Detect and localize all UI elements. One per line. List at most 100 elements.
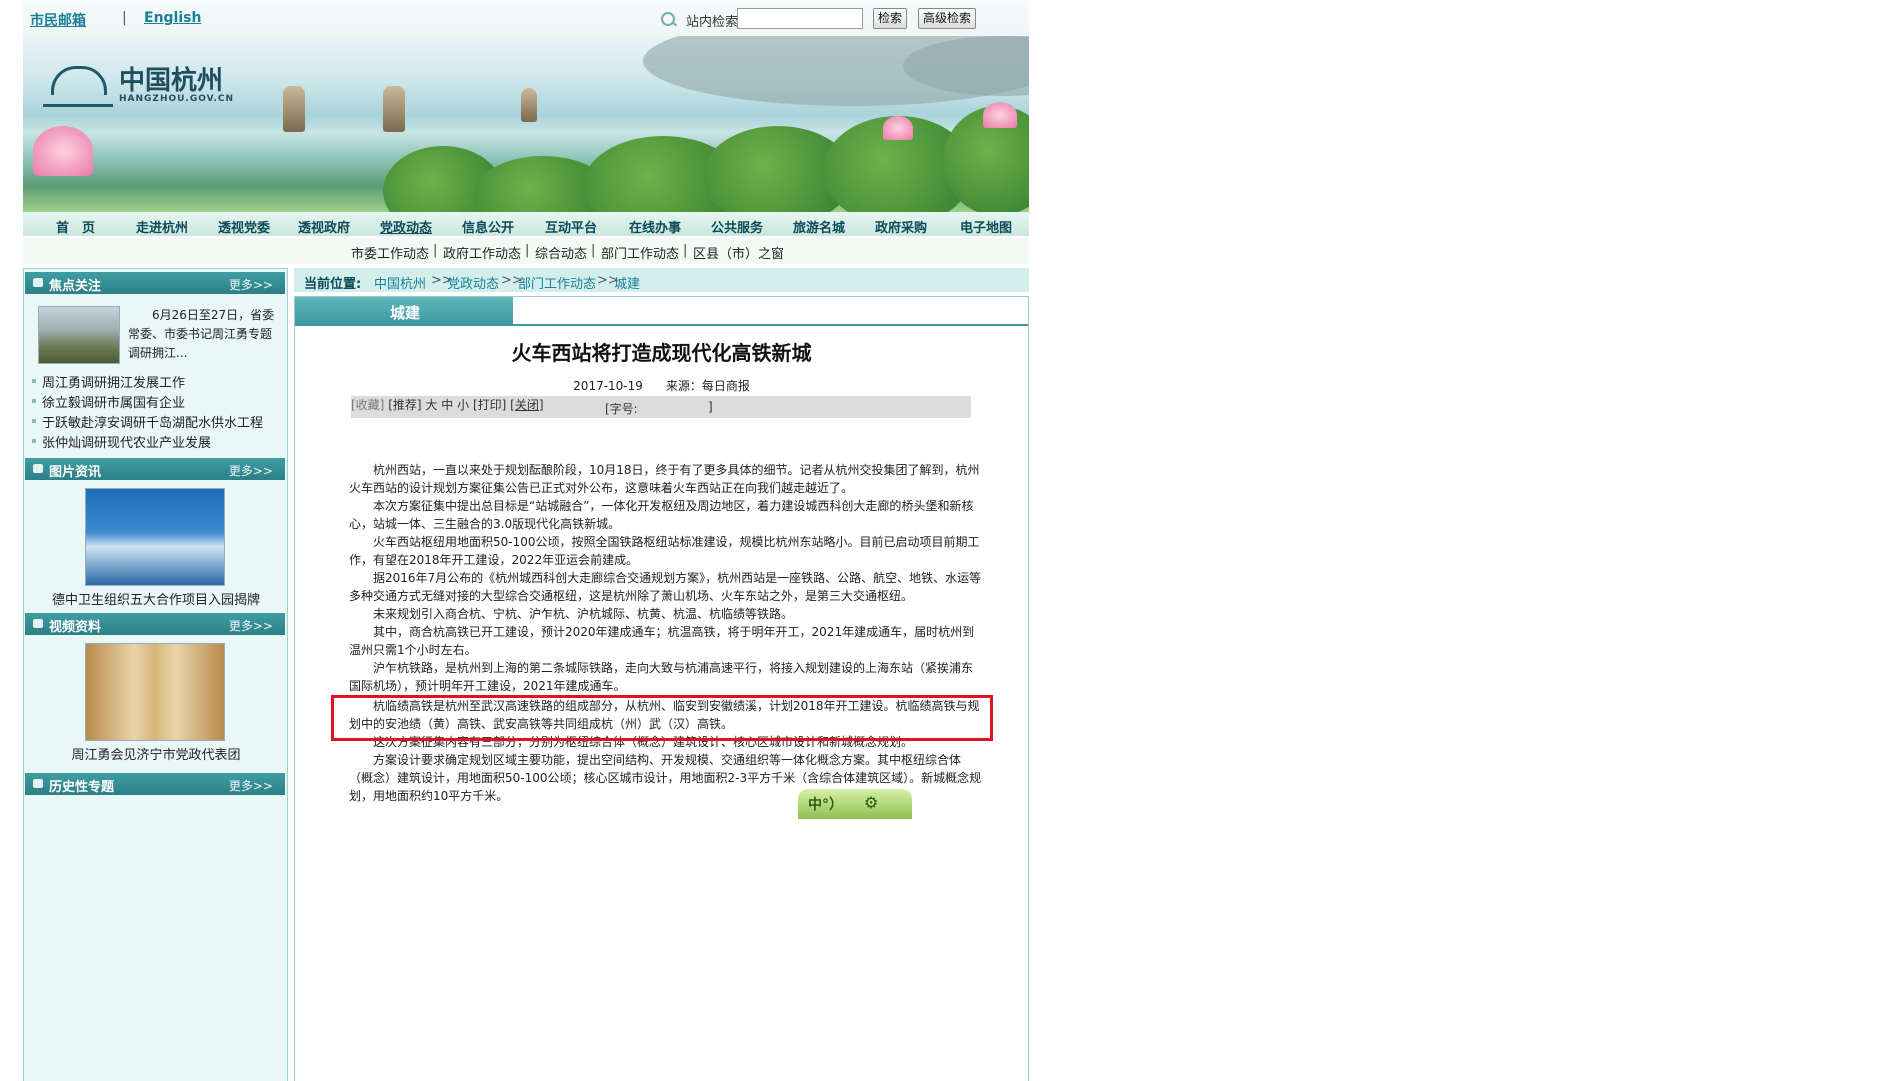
font-medium-button[interactable]: 中: [441, 398, 453, 412]
favorite-button[interactable]: [收藏]: [351, 398, 384, 412]
breadcrumb-home[interactable]: 中国杭州: [374, 273, 426, 292]
search-label: 站内检索: [686, 15, 739, 30]
print-button[interactable]: [打印]: [473, 398, 506, 412]
photo-caption[interactable]: 德中卫生组织五大合作项目入园揭牌: [25, 589, 287, 608]
subnav-item-city-committee[interactable]: 市委工作动态: [351, 243, 429, 262]
category-underline: [295, 324, 1028, 326]
list-bullet: [32, 379, 36, 383]
nav-item-explore-hangzhou[interactable]: 走进杭州: [136, 217, 188, 236]
article-source: 来源：每日商报: [665, 379, 750, 393]
banner-lotus-flower: [983, 102, 1017, 128]
article-paragraph: 据2016年7月公布的《杭州城西科创大走廊综合交通规划方案》，杭州西站是一座铁路…: [349, 571, 982, 603]
panel-arrow-icon: [33, 619, 43, 628]
panel-arrow-icon: [33, 464, 43, 473]
nav-item-party-committee[interactable]: 透视党委: [218, 217, 270, 236]
article-date: 2017-10-19: [573, 379, 643, 393]
font-size-label: [字号:: [605, 402, 638, 416]
focus-list-item[interactable]: 徐立毅调研市属国有企业: [42, 392, 185, 411]
nav-item-online-services[interactable]: 在线办事: [629, 217, 681, 236]
history-panel-header: 历史性专题 更多>>: [25, 773, 285, 795]
close-button[interactable]: [关闭]: [510, 398, 543, 412]
photo-panel-header: 图片资讯 更多>>: [25, 458, 285, 480]
photo-thumbnail[interactable]: [85, 488, 225, 586]
english-link[interactable]: English: [144, 10, 201, 26]
focus-panel-header: 焦点关注 更多>>: [25, 272, 285, 294]
nav-item-government[interactable]: 透视政府: [298, 217, 350, 236]
focus-more-link[interactable]: 更多>>: [229, 276, 273, 293]
floating-widget[interactable]: 中°） ⚙: [798, 789, 912, 819]
subnav-item-government[interactable]: 政府工作动态: [443, 243, 521, 262]
focus-list-item[interactable]: 于跃敏赴淳安调研千岛湖配水供水工程: [42, 412, 263, 431]
banner-pagoda: [521, 88, 537, 122]
article-meta: 2017-10-19 来源：每日商报: [295, 377, 1028, 394]
article-paragraph: 未来规划引入商合杭、宁杭、沪乍杭、沪杭城际、杭黄、杭温、杭临绩等铁路。: [373, 607, 794, 621]
logo-subtext: HANGZHOU.GOV.CN: [119, 94, 235, 104]
search-input[interactable]: [737, 8, 863, 29]
video-more-link[interactable]: 更多>>: [229, 617, 273, 634]
highlight-box: [331, 695, 993, 741]
breadcrumb: 当前位置: 中国杭州 >> 党政动态 >> 部门工作动态 >> 城建: [294, 268, 1029, 292]
top-bar: 市民邮箱 | English 站内检索 检索 高级检索: [23, 0, 1029, 36]
banner-pagoda: [383, 86, 405, 132]
panel-arrow-icon: [33, 779, 43, 788]
focus-lead-text[interactable]: 6月26日至27日，省委常委、市委书记周江勇专题调研拥江...: [128, 306, 276, 363]
advanced-search-button[interactable]: 高级检索: [918, 8, 977, 29]
nav-item-party-news[interactable]: 党政动态: [380, 217, 432, 236]
nav-item-info-disclosure[interactable]: 信息公开: [462, 217, 514, 236]
font-size-close: ]: [708, 400, 713, 414]
list-bullet: [32, 439, 36, 443]
banner-pagoda: [283, 86, 305, 132]
focus-panel-title: 焦点关注: [49, 279, 102, 294]
article-panel: 城建 火车西站将打造成现代化高铁新城 2017-10-19 来源：每日商报 [收…: [294, 296, 1029, 1081]
focus-thumbnail[interactable]: [38, 306, 120, 364]
nav-item-public-services[interactable]: 公共服务: [711, 217, 763, 236]
subnav-separator: |: [433, 243, 438, 258]
nav-item-home[interactable]: 首 页: [56, 217, 95, 236]
main-nav: 首 页 走进杭州 透视党委 透视政府 党政动态 信息公开 互动平台 在线办事 公…: [23, 212, 1029, 236]
subnav-item-districts[interactable]: 区县（市）之窗: [693, 243, 784, 262]
video-caption[interactable]: 周江勇会见济宁市党政代表团: [25, 744, 287, 763]
history-panel-title: 历史性专题: [49, 780, 115, 795]
nav-item-procurement[interactable]: 政府采购: [875, 217, 927, 236]
banner: 中国杭州 HANGZHOU.GOV.CN: [23, 36, 1029, 212]
nav-item-interaction[interactable]: 互动平台: [545, 217, 597, 236]
breadcrumb-label: 当前位置:: [304, 277, 362, 292]
list-bullet: [32, 419, 36, 423]
focus-list-item[interactable]: 张仲灿调研现代农业产业发展: [42, 432, 211, 451]
focus-list-item[interactable]: 周江勇调研拥江发展工作: [42, 372, 185, 391]
subnav-separator: |: [591, 243, 596, 258]
recommend-button[interactable]: [推荐]: [388, 398, 421, 412]
subnav-item-department[interactable]: 部门工作动态: [601, 243, 679, 262]
subnav-item-general[interactable]: 综合动态: [535, 243, 587, 262]
sub-nav: 市委工作动态 | 政府工作动态 | 综合动态 | 部门工作动态 | 区县（市）之…: [23, 238, 1029, 264]
logo-text: 中国杭州: [119, 66, 224, 96]
subnav-separator: |: [683, 243, 688, 258]
breadcrumb-department[interactable]: 部门工作动态: [518, 273, 596, 292]
category-tab: 城建: [295, 297, 513, 324]
banner-lotus-flower: [883, 116, 913, 140]
article-paragraph: 杭州西站，一直以来处于规划酝酿阶段，10月18日，终于有了更多具体的细节。记者从…: [349, 463, 980, 495]
font-small-button[interactable]: 小: [457, 398, 469, 412]
video-panel-header: 视频资料 更多>>: [25, 613, 285, 635]
top-separator: |: [122, 10, 127, 26]
video-thumbnail[interactable]: [85, 643, 225, 741]
search-icon: [661, 12, 675, 26]
article-paragraph: 沪乍杭铁路，是杭州到上海的第二条城际铁路，走向大致与杭浦高速平行，将接入规划建设…: [349, 661, 974, 693]
video-panel-title: 视频资料: [49, 620, 102, 635]
font-large-button[interactable]: 大: [425, 398, 437, 412]
list-bullet: [32, 399, 36, 403]
breadcrumb-party-news[interactable]: 党政动态: [447, 273, 499, 292]
history-more-link[interactable]: 更多>>: [229, 777, 273, 794]
search-button[interactable]: 检索: [873, 8, 908, 29]
nav-item-map[interactable]: 电子地图: [960, 217, 1012, 236]
article-title: 火车西站将打造成现代化高铁新城: [511, 341, 812, 365]
article-paragraph: 火车西站枢纽用地面积50-100公顷，按照全国铁路枢纽站标准建设，规模比杭州东站…: [349, 535, 980, 567]
nav-item-tourism[interactable]: 旅游名城: [793, 217, 845, 236]
article-toolbar: [收藏] [推荐] [字号: 大 中 小 ] [打印] [关闭]: [351, 396, 971, 418]
article-paragraph: 本次方案征集中提出总目标是“站城融合”，一体化开发枢纽及周边地区，着力建设城西科…: [349, 499, 974, 531]
article-paragraph: 其中，商合杭高铁已开工建设，预计2020年建成通车；杭温高铁，将于明年开工，20…: [349, 625, 975, 657]
logo-emblem-icon: [43, 66, 113, 107]
citizen-mailbox-link[interactable]: 市民邮箱: [30, 10, 86, 30]
photo-more-link[interactable]: 更多>>: [229, 462, 273, 479]
breadcrumb-city-construction[interactable]: 城建: [614, 273, 640, 292]
